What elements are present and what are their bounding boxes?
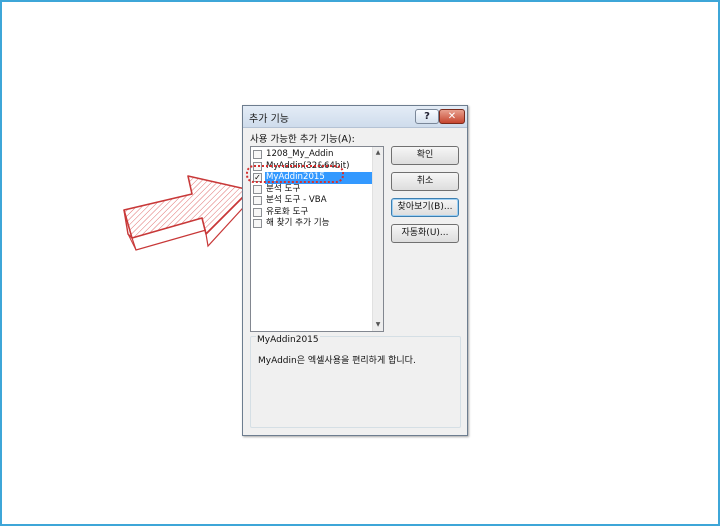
- description-group: MyAddin2015 MyAddin은 엑셀사용을 편리하게 합니다.: [250, 335, 461, 428]
- automation-button[interactable]: 자동화(U)...: [391, 224, 459, 243]
- list-item-1208-my-addin[interactable]: 1208_My_Addin: [253, 149, 372, 161]
- help-button[interactable]: ?: [415, 109, 439, 124]
- description-title: MyAddin2015: [256, 335, 320, 345]
- list-item-label: 분석 도구 - VBA: [266, 195, 327, 205]
- title-bar: 추가 기능 ? ✕: [243, 106, 467, 128]
- list-item-euro-tools[interactable]: 유로화 도구: [253, 207, 372, 219]
- list-item-label: 1208_My_Addin: [266, 149, 334, 159]
- dialog-title: 추가 기능: [249, 114, 289, 125]
- description-text: MyAddin은 엑셀사용을 편리하게 합니다.: [258, 356, 416, 366]
- list-item-label: 유로화 도구: [266, 206, 309, 217]
- list-item-analysis-toolpak[interactable]: 분석 도구: [253, 184, 372, 196]
- addins-list-label: 사용 가능한 추가 기능(A):: [250, 134, 355, 145]
- checkbox[interactable]: [253, 219, 262, 228]
- list-item-label: 분석 도구: [266, 183, 301, 194]
- ok-button[interactable]: 확인: [391, 146, 459, 165]
- list-item-analysis-toolpak-vba[interactable]: 분석 도구 - VBA: [253, 195, 372, 207]
- scroll-down-icon[interactable]: ▼: [373, 320, 383, 330]
- add-ins-dialog: 추가 기능 ? ✕ 사용 가능한 추가 기능(A): 1208_My_Addin…: [242, 105, 468, 436]
- hand-drawn-arrow-icon: [123, 175, 253, 251]
- checkbox[interactable]: [253, 196, 262, 205]
- checkbox[interactable]: [253, 150, 262, 159]
- list-item-solver[interactable]: 해 찾기 추가 기능: [253, 218, 372, 230]
- list-scrollbar[interactable]: ▲ ▼: [372, 147, 383, 331]
- highlight-callout: [246, 165, 344, 183]
- list-item-label: 해 찾기 추가 기능: [266, 218, 330, 228]
- browse-button[interactable]: 찾아보기(B)...: [391, 198, 459, 217]
- checkbox[interactable]: [253, 207, 262, 217]
- cancel-button[interactable]: 취소: [391, 172, 459, 191]
- close-button[interactable]: ✕: [439, 109, 465, 124]
- checkbox[interactable]: [253, 184, 262, 194]
- scroll-up-icon[interactable]: ▲: [373, 148, 383, 158]
